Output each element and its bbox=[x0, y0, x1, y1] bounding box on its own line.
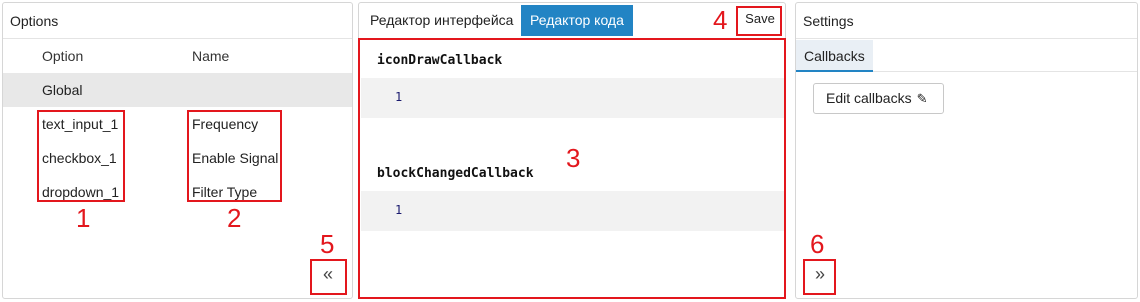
option-column-header: Option bbox=[42, 48, 84, 64]
annotation-box-1 bbox=[37, 110, 125, 202]
global-row[interactable]: Global bbox=[3, 73, 352, 107]
options-panel-title: Options bbox=[3, 3, 352, 39]
annotation-box-5 bbox=[310, 259, 347, 295]
settings-panel: Settings Callbacks Edit callbacks ✎ » bbox=[795, 2, 1138, 299]
pencil-icon: ✎ bbox=[916, 91, 928, 106]
annotation-label-3: 3 bbox=[566, 143, 581, 173]
annotation-label-4: 4 bbox=[713, 5, 728, 35]
annotation-label-5: 5 bbox=[320, 229, 335, 259]
annotation-label-2: 2 bbox=[227, 203, 242, 233]
edit-callbacks-button[interactable]: Edit callbacks ✎ bbox=[813, 83, 944, 114]
global-row-label: Global bbox=[42, 82, 83, 98]
settings-panel-title: Settings bbox=[796, 3, 1137, 39]
edit-callbacks-label: Edit callbacks bbox=[826, 90, 912, 106]
name-column-header: Name bbox=[192, 48, 230, 64]
tab-code-editor[interactable]: Редактор кода bbox=[521, 5, 633, 36]
annotation-label-6: 6 bbox=[810, 229, 825, 259]
options-table-header: Option Name bbox=[3, 39, 352, 73]
tab-ui-editor[interactable]: Редактор интерфейса bbox=[361, 5, 522, 36]
annotation-box-2 bbox=[187, 110, 282, 202]
settings-tabs: Callbacks bbox=[796, 39, 1137, 72]
annotation-label-1: 1 bbox=[76, 203, 91, 233]
annotation-box-6 bbox=[803, 259, 836, 295]
tab-callbacks[interactable]: Callbacks bbox=[796, 40, 873, 72]
annotation-box-4 bbox=[736, 6, 782, 36]
